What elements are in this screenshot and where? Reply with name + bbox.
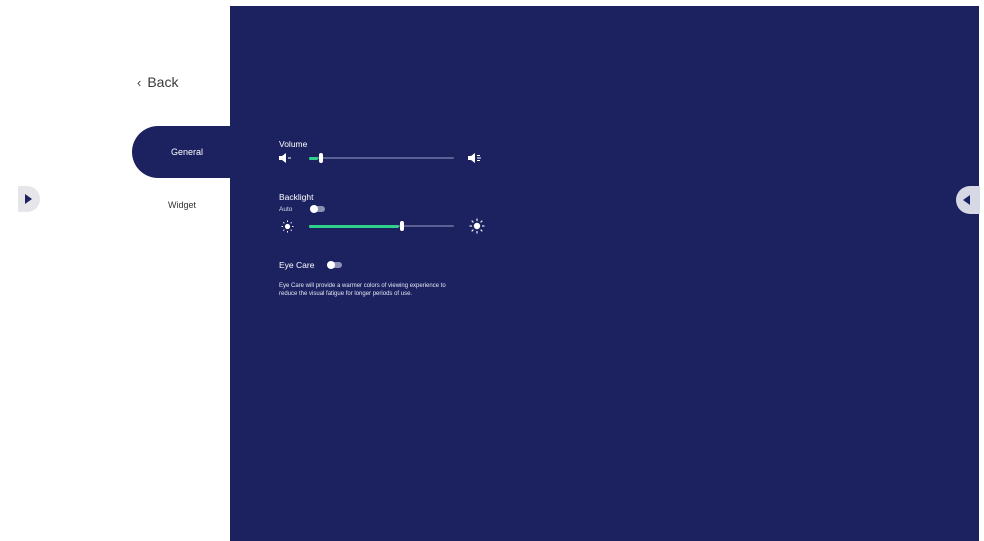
expand-right-handle[interactable]: [956, 186, 980, 214]
backlight-label: Backlight: [279, 192, 314, 202]
eye-care-description-line: Eye Care will provide a warmer colors of…: [279, 283, 446, 289]
tab-widget-label: Widget: [167, 200, 196, 210]
expand-left-handle[interactable]: [18, 186, 40, 212]
volume-high-icon: [468, 153, 481, 163]
eye-care-description: Eye Care will provide a warmer colors of…: [279, 282, 499, 298]
volume-low-icon: [279, 153, 291, 163]
tab-widget[interactable]: Widget: [132, 192, 232, 218]
toggle-knob: [327, 261, 335, 269]
tab-notch-top: [212, 98, 230, 126]
backlight-auto-label: Auto: [279, 206, 293, 213]
volume-label: Volume: [279, 139, 308, 149]
eye-care-toggle[interactable]: [327, 261, 342, 269]
eye-care-description-line: reduce the visual fatigue for longer per…: [279, 291, 413, 297]
backlight-slider-thumb[interactable]: [400, 221, 404, 231]
toggle-knob: [310, 205, 318, 213]
back-label: Back: [147, 74, 179, 90]
play-left-icon: [962, 195, 970, 205]
tab-general[interactable]: General: [132, 126, 242, 178]
volume-slider-thumb[interactable]: [319, 153, 323, 163]
tab-general-label: General: [170, 147, 204, 157]
volume-slider-track[interactable]: [309, 157, 454, 159]
brightness-high-icon: [469, 218, 485, 234]
backlight-auto-toggle[interactable]: [310, 205, 325, 213]
settings-panel: [230, 6, 979, 541]
chevron-left-icon: ‹: [137, 74, 142, 90]
back-button[interactable]: ‹ Back: [137, 74, 178, 90]
play-right-icon: [24, 194, 32, 204]
eye-care-label: Eye Care: [279, 260, 315, 270]
backlight-slider-fill: [309, 224, 399, 228]
volume-slider-fill: [309, 156, 318, 160]
brightness-low-icon: [281, 220, 294, 233]
settings-screen: ‹ Back General Widget Volume Backlight A…: [0, 0, 984, 541]
